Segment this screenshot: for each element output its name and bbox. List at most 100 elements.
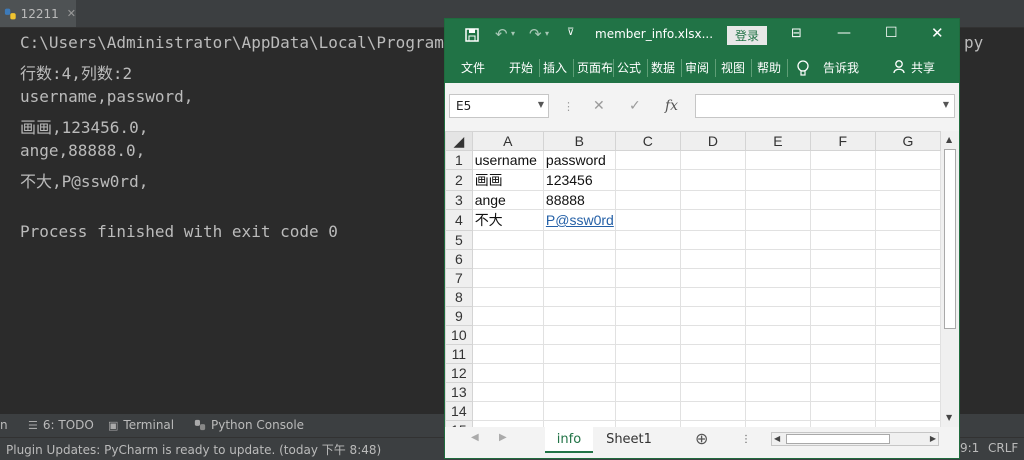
tell-me-button[interactable]: 告诉我	[823, 59, 859, 76]
column-header[interactable]: B	[542, 131, 616, 151]
name-box[interactable]: E5 ▼	[449, 94, 549, 118]
cell[interactable]: username	[471, 150, 544, 170]
sheet-tab-info[interactable]: info	[545, 427, 593, 453]
column-header[interactable]: D	[679, 131, 746, 151]
cell[interactable]	[874, 382, 941, 402]
cell[interactable]	[679, 325, 746, 345]
save-icon[interactable]	[465, 28, 479, 42]
cell[interactable]	[744, 150, 811, 170]
cell[interactable]	[614, 190, 681, 210]
cell[interactable]	[744, 325, 811, 345]
cell[interactable]	[874, 268, 941, 288]
cell[interactable]	[614, 382, 681, 402]
cell[interactable]	[542, 306, 616, 326]
cell[interactable]	[679, 268, 746, 288]
tab-page-layout[interactable]: 页面布	[577, 59, 613, 76]
cell[interactable]	[679, 150, 746, 170]
cell[interactable]	[744, 169, 811, 191]
cell[interactable]: 不大	[471, 209, 544, 231]
cell[interactable]	[809, 401, 876, 421]
cancel-icon[interactable]: ✕	[593, 98, 605, 114]
cell[interactable]: 123456	[542, 169, 616, 191]
cell[interactable]: 画画	[471, 169, 544, 191]
cell[interactable]	[679, 363, 746, 383]
scroll-down-icon[interactable]: ▼	[946, 413, 952, 422]
cell[interactable]	[744, 306, 811, 326]
ribbon-display-icon[interactable]: ⊟	[791, 26, 802, 41]
hyperlink-cell[interactable]: P@ssw0rd	[542, 209, 616, 231]
undo-icon[interactable]: ↶	[495, 25, 508, 43]
cell[interactable]	[809, 382, 876, 402]
status-message[interactable]: Plugin Updates: PyCharm is ready to upda…	[6, 441, 381, 458]
cell[interactable]	[471, 363, 544, 383]
cell[interactable]	[809, 249, 876, 269]
cell[interactable]	[542, 249, 616, 269]
cell[interactable]	[744, 209, 811, 231]
row-header[interactable]: 8	[445, 287, 473, 307]
row-header[interactable]: 6	[445, 249, 473, 269]
cell[interactable]	[874, 401, 941, 421]
cell[interactable]	[542, 230, 616, 250]
row-header[interactable]: 4	[445, 209, 473, 231]
cell[interactable]	[679, 169, 746, 191]
enter-icon[interactable]: ✓	[629, 98, 641, 114]
row-header[interactable]: 9	[445, 306, 473, 326]
cell[interactable]	[614, 287, 681, 307]
cell[interactable]	[614, 401, 681, 421]
cell[interactable]	[809, 209, 876, 231]
cell[interactable]	[614, 249, 681, 269]
cell[interactable]	[874, 169, 941, 191]
scroll-up-icon[interactable]: ▲	[946, 135, 952, 144]
cell[interactable]	[614, 325, 681, 345]
cell[interactable]	[614, 268, 681, 288]
row-header[interactable]: 3	[445, 190, 473, 210]
cell[interactable]	[679, 344, 746, 364]
login-button[interactable]: 登录	[727, 26, 768, 45]
cell[interactable]	[542, 382, 616, 402]
vertical-scrollbar[interactable]: ▲ ▼	[941, 131, 959, 427]
cell[interactable]	[471, 268, 544, 288]
cell[interactable]	[874, 150, 941, 170]
cell[interactable]	[744, 382, 811, 402]
cell[interactable]	[679, 190, 746, 210]
cell[interactable]	[809, 230, 876, 250]
cell[interactable]	[874, 363, 941, 383]
cell[interactable]	[614, 363, 681, 383]
insert-function-icon[interactable]: fx	[665, 98, 678, 114]
chevron-down-icon[interactable]: ▼	[538, 100, 544, 109]
cell[interactable]	[874, 325, 941, 345]
cell[interactable]	[471, 344, 544, 364]
maximize-icon[interactable]: ☐	[885, 25, 898, 41]
cell[interactable]	[874, 287, 941, 307]
tab-home[interactable]: 开始	[509, 59, 533, 76]
redo-icon[interactable]: ↷	[529, 25, 542, 43]
cell[interactable]	[874, 230, 941, 250]
cell[interactable]: password	[542, 150, 616, 170]
cell[interactable]	[542, 363, 616, 383]
cell[interactable]	[874, 249, 941, 269]
row-header[interactable]: 5	[445, 230, 473, 250]
cell[interactable]	[471, 306, 544, 326]
close-icon[interactable]: ✕	[931, 24, 944, 42]
chevron-down-icon[interactable]: ▾	[545, 29, 549, 38]
cell[interactable]	[744, 268, 811, 288]
row-header[interactable]: 12	[445, 363, 473, 383]
tool-window-python-console[interactable]: Python Console	[194, 418, 304, 432]
sheet-tab-sheet1[interactable]: Sheet1	[597, 427, 661, 451]
close-icon[interactable]: ✕	[67, 7, 76, 20]
column-header[interactable]: C	[614, 131, 681, 151]
cell[interactable]	[471, 230, 544, 250]
cell[interactable]	[542, 287, 616, 307]
chevron-down-icon[interactable]: ▼	[943, 100, 949, 109]
row-header[interactable]: 14	[445, 401, 473, 421]
cell[interactable]	[744, 344, 811, 364]
row-header[interactable]: 7	[445, 268, 473, 288]
cell[interactable]	[809, 169, 876, 191]
minimize-icon[interactable]: —	[837, 25, 851, 41]
cell[interactable]	[679, 401, 746, 421]
cell[interactable]	[874, 190, 941, 210]
cell[interactable]	[679, 209, 746, 231]
cell[interactable]	[471, 325, 544, 345]
cell[interactable]	[679, 249, 746, 269]
cell[interactable]	[542, 401, 616, 421]
